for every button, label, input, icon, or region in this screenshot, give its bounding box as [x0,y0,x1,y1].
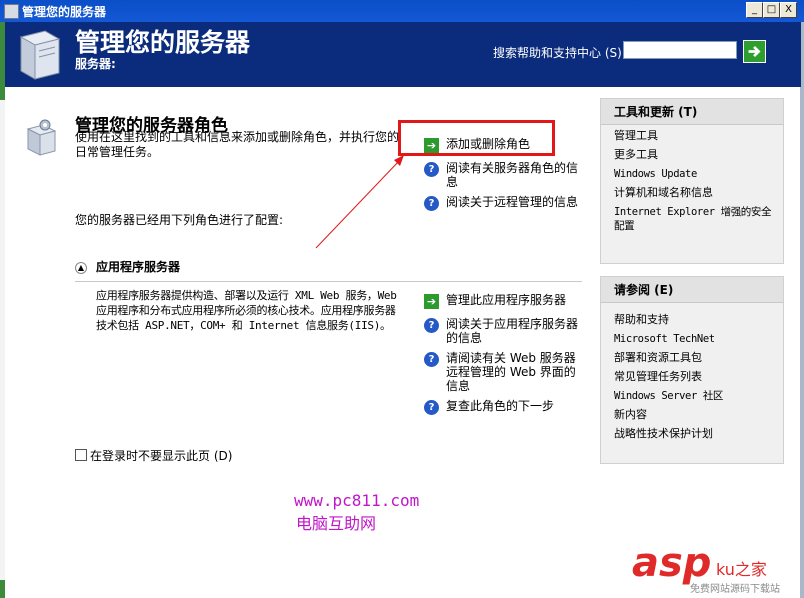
tools-item-admin-tools[interactable]: 管理工具 [614,129,779,143]
tools-item-ie-security[interactable]: Internet Explorer 增强的安全配置 [614,205,779,233]
app-icon [4,4,19,19]
role-description: 应用程序服务器提供构造、部署以及运行 XML Web 服务，Web 应用程序和分… [96,289,397,332]
help-icon: ? [424,352,439,367]
maximize-button[interactable]: □ [763,2,780,18]
tools-panel: 工具和更新 (T) 管理工具 更多工具 Windows Update 计算机和域… [600,98,784,264]
see-also-panel-title: 请参阅 (E) [601,277,783,303]
server-icon [19,30,61,80]
close-button[interactable]: X [780,2,797,18]
help-icon: ? [424,162,439,177]
see-also-deploy-kit[interactable]: 部署和资源工具包 [614,351,779,365]
see-also-whats-new[interactable]: 新内容 [614,408,779,422]
search-input[interactable] [623,41,737,59]
see-also-technet[interactable]: Microsoft TechNet [614,332,779,346]
dont-show-checkbox[interactable] [75,449,87,461]
left-edge-light [0,100,5,580]
watermark-site-name: 电脑互助网 [296,514,377,533]
role-title: 应用程序服务器 [96,260,181,274]
tools-item-computer-domain[interactable]: 计算机和域名称信息 [614,186,779,200]
tools-item-more-tools[interactable]: 更多工具 [614,148,779,162]
search-go-icon[interactable] [743,40,766,63]
window-title: 管理您的服务器 [22,5,107,19]
see-also-help-support[interactable]: 帮助和支持 [614,313,779,327]
watermark-tagline: 免费网站源码下载站 [690,584,780,595]
help-icon: ? [424,318,439,333]
see-also-common-tasks[interactable]: 常见管理任务列表 [614,370,779,384]
see-also-security-plan[interactable]: 战略性技术保护计划 [614,427,779,441]
highlight-box [398,120,555,156]
configured-roles-text: 您的服务器已经用下列角色进行了配置: [75,213,284,227]
server-role-icon [26,119,57,156]
help-icon: ? [424,196,439,211]
divider [75,281,582,282]
see-also-panel: 请参阅 (E) 帮助和支持 Microsoft TechNet 部署和资源工具包… [600,276,784,464]
page-header: 管理您的服务器 服务器: 搜索帮助和支持中心 (S) [5,22,801,87]
title-bar[interactable]: 管理您的服务器 _ □ X [0,0,804,23]
see-also-community[interactable]: Windows Server 社区 [614,389,779,403]
dont-show-label[interactable]: 在登录时不要显示此页 (D) [90,447,232,464]
right-edge [800,22,804,598]
page-title: 管理您的服务器 [75,28,251,57]
server-label: 服务器: [75,57,116,71]
help-icon: ? [424,400,439,415]
minimize-button[interactable]: _ [746,2,763,18]
annotation-arrow-icon [315,155,404,249]
search-label: 搜索帮助和支持中心 (S) [493,46,622,60]
collapse-role-icon[interactable]: ▲ [75,262,87,274]
watermark-url: www.pc811.com [294,491,420,510]
tools-item-windows-update[interactable]: Windows Update [614,167,779,181]
role-actions: ➔ 管理此应用程序服务器 ? 阅读关于应用程序服务器的信息 ? 请阅读有关 We… [424,293,594,423]
watermark-logo-text: ku之家 [716,560,767,579]
tools-panel-title: 工具和更新 (T) [601,99,783,125]
green-arrow-icon: ➔ [424,294,439,309]
